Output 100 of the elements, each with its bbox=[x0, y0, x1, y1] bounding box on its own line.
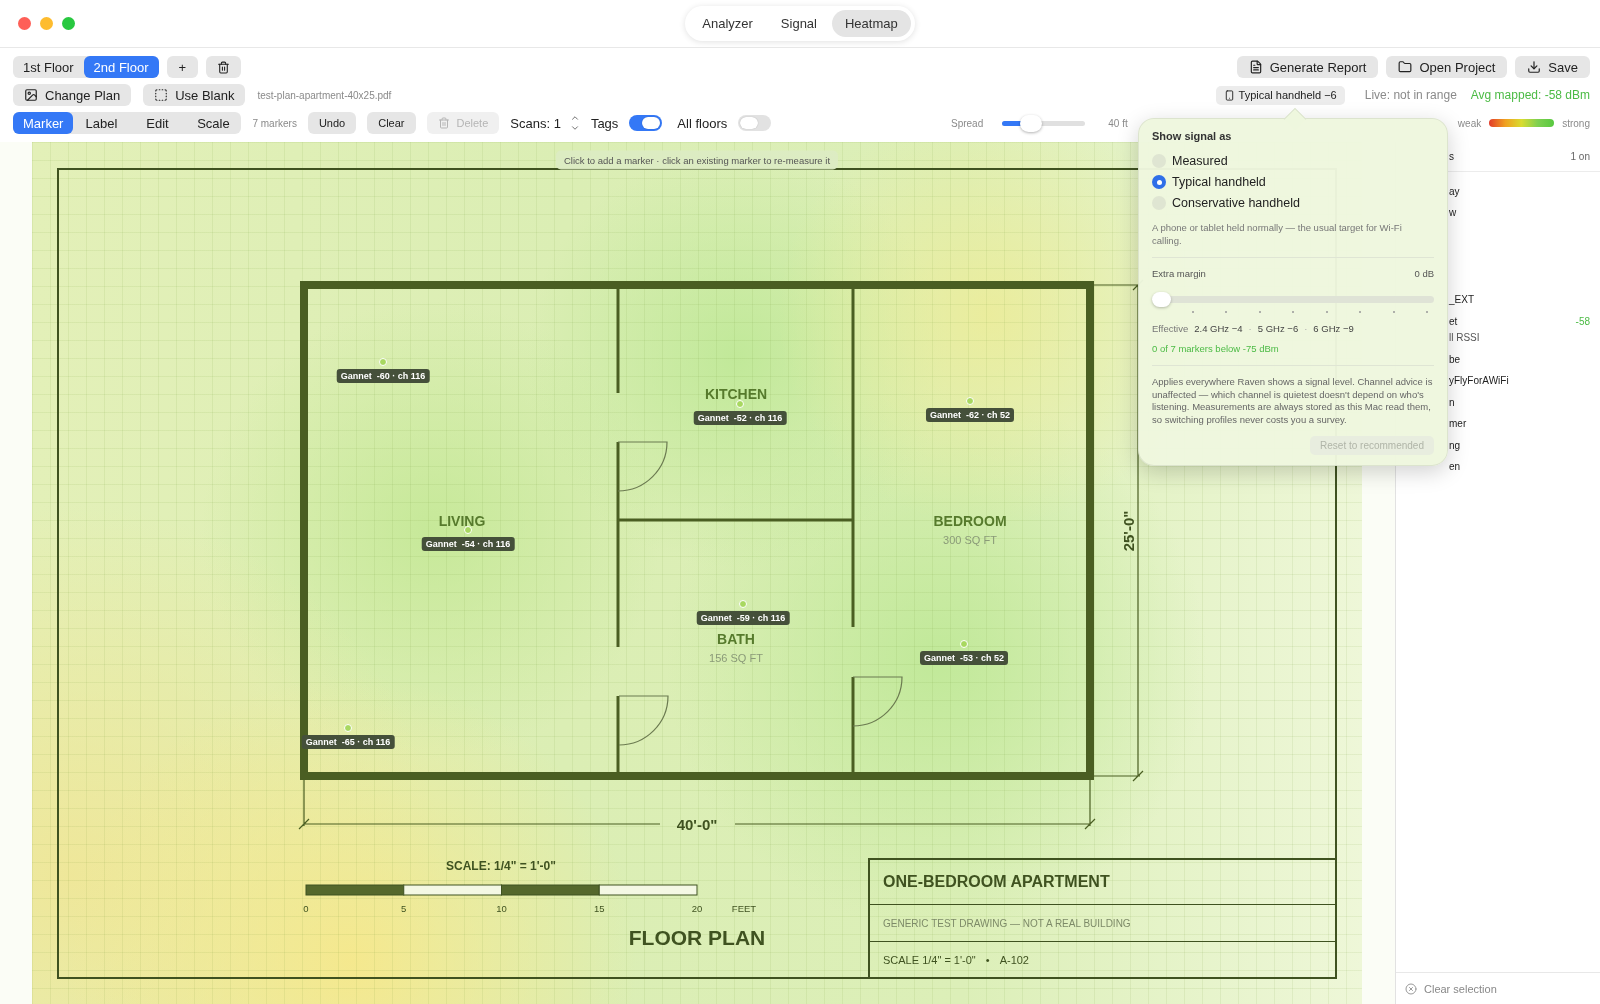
separator-dot: · bbox=[1248, 322, 1252, 334]
scale-unit: FEET bbox=[731, 902, 757, 914]
clear-icon bbox=[1405, 982, 1417, 995]
marker-label[interactable]: Gannet -53 · ch 52 bbox=[920, 651, 1008, 665]
view-tab[interactable]: Signal bbox=[767, 10, 830, 37]
toggle-switch[interactable] bbox=[738, 115, 772, 131]
action-button[interactable]: Clear bbox=[367, 112, 416, 134]
marker-label[interactable]: Gannet -60 · ch 116 bbox=[336, 369, 430, 383]
network-name[interactable]: en bbox=[1449, 460, 1461, 472]
profile-button[interactable]: Typical handheld −6 bbox=[1215, 85, 1345, 105]
plan-button[interactable]: Change Plan bbox=[13, 84, 132, 106]
scans-stepper[interactable] bbox=[569, 113, 580, 133]
margin-slider[interactable] bbox=[1152, 291, 1434, 307]
door-swing bbox=[617, 441, 668, 492]
phone-icon bbox=[1223, 89, 1235, 101]
mode-tab[interactable]: Label bbox=[73, 112, 130, 134]
scale-title: SCALE: 1/4" = 1'-0" bbox=[446, 859, 556, 873]
marker-label[interactable]: Gannet -54 · ch 116 bbox=[421, 537, 515, 551]
network-name[interactable]: _EXT bbox=[1449, 293, 1474, 305]
legend-weak: weak bbox=[1457, 117, 1482, 129]
room-name: LIVING bbox=[438, 513, 486, 529]
plan-button[interactable]: Use Blank bbox=[143, 84, 246, 106]
marker-count: 7 markers bbox=[252, 117, 297, 129]
separator-dot: • bbox=[985, 954, 990, 966]
marker-label[interactable]: Gannet -65 · ch 116 bbox=[301, 735, 395, 749]
floor-tab[interactable]: 1st Floor bbox=[13, 56, 84, 78]
profile-option[interactable]: Conservative handheld bbox=[1152, 193, 1434, 213]
dashed-square-icon bbox=[154, 88, 169, 102]
toolbar-button[interactable]: Save bbox=[1515, 56, 1590, 78]
marker-dot[interactable] bbox=[736, 400, 744, 408]
network-name[interactable]: be bbox=[1449, 353, 1461, 365]
network-name[interactable]: yFlyForAWiFi bbox=[1449, 374, 1509, 386]
network-name[interactable]: mer bbox=[1449, 417, 1467, 429]
mode-tab[interactable]: Scale bbox=[185, 112, 242, 134]
network-name[interactable]: ng bbox=[1449, 439, 1461, 451]
toolbar-button[interactable]: Open Project bbox=[1386, 56, 1508, 78]
marker-dot[interactable] bbox=[739, 600, 747, 608]
band-offset: 6 GHz −9 bbox=[1313, 322, 1354, 334]
sidebar-header: s bbox=[1449, 151, 1454, 162]
close-button[interactable] bbox=[18, 17, 31, 30]
marker-dot[interactable] bbox=[379, 358, 387, 366]
profile-description: A phone or tablet held normally — the usual target for Wi-Fi calling. bbox=[1152, 222, 1403, 247]
room-area: 300 SQ FT bbox=[943, 534, 997, 546]
marker-dot[interactable] bbox=[464, 526, 472, 534]
effective-label: Effective bbox=[1152, 322, 1189, 334]
marker-label[interactable]: Gannet -59 · ch 116 bbox=[696, 611, 790, 625]
spread-label: Spread bbox=[951, 117, 984, 129]
minimize-button[interactable] bbox=[40, 17, 53, 30]
image-icon bbox=[24, 88, 38, 102]
scale-tick: 15 bbox=[593, 902, 605, 914]
avg-mapped: Avg mapped: -58 dBm bbox=[1470, 88, 1590, 102]
markers-summary: 0 of 7 markers below -75 dBm bbox=[1152, 342, 1280, 355]
trash-icon bbox=[217, 60, 231, 74]
margin-reading: 0 dB bbox=[1414, 268, 1434, 281]
profile-option[interactable]: Typical handheld bbox=[1152, 172, 1434, 192]
marker-label[interactable]: Gannet -62 · ch 52 bbox=[926, 408, 1014, 422]
toggle-label: Tags bbox=[590, 115, 619, 131]
marker-dot[interactable] bbox=[966, 397, 974, 405]
spread-reading: 40 ft bbox=[1108, 117, 1128, 129]
zoom-button[interactable] bbox=[62, 17, 75, 30]
marker-dot[interactable] bbox=[344, 724, 352, 732]
live-status: Live: not in range bbox=[1364, 88, 1457, 102]
network-name[interactable]: n bbox=[1449, 396, 1455, 408]
mode-tab[interactable]: Edit bbox=[129, 112, 186, 134]
scale-tick: 20 bbox=[691, 902, 703, 914]
margin-label: Extra margin bbox=[1152, 268, 1206, 281]
clear-selection-button[interactable]: Clear selection bbox=[1424, 982, 1497, 995]
signal-legend-bar bbox=[1489, 119, 1555, 127]
action-button[interactable]: Undo bbox=[307, 112, 357, 134]
scale-tick: 10 bbox=[496, 902, 507, 914]
drawing-scale: SCALE 1/4" = 1'-0" bbox=[883, 954, 976, 966]
view-tab[interactable]: Analyzer bbox=[689, 10, 766, 37]
floor-tab[interactable]: 2nd Floor bbox=[83, 56, 159, 78]
chevron-down-icon bbox=[569, 123, 580, 133]
selection-count: 1 on bbox=[1570, 151, 1590, 162]
scans-label: Scans: 1 bbox=[510, 115, 561, 131]
mode-tab[interactable]: Marker bbox=[13, 112, 74, 134]
scale-tick: 5 bbox=[401, 902, 407, 914]
network-name[interactable]: w bbox=[1449, 206, 1457, 218]
scale-tick: 0 bbox=[303, 902, 309, 914]
marker-dot[interactable] bbox=[960, 640, 968, 648]
view-tab[interactable]: Heatmap bbox=[832, 10, 911, 37]
delete-floor-button[interactable] bbox=[206, 56, 242, 78]
add-floor-button[interactable]: + bbox=[166, 56, 199, 78]
drawing-note: GENERIC TEST DRAWING — NOT A REAL BUILDING bbox=[883, 917, 1131, 929]
network-signal: -58 bbox=[1575, 315, 1590, 327]
folder-icon bbox=[1398, 60, 1413, 74]
trash-icon bbox=[437, 117, 450, 129]
network-name[interactable]: et bbox=[1449, 315, 1458, 327]
dimension-label: 40'-0" bbox=[676, 815, 718, 833]
marker-label[interactable]: Gannet -52 · ch 116 bbox=[693, 411, 787, 425]
toolbar-button[interactable]: Generate Report bbox=[1236, 56, 1379, 78]
room-name: KITCHEN bbox=[704, 386, 768, 402]
network-name[interactable]: ay bbox=[1449, 185, 1460, 197]
profile-option[interactable]: Measured bbox=[1152, 151, 1434, 171]
toggle-switch[interactable] bbox=[629, 115, 663, 131]
network-detail[interactable]: ll RSSI bbox=[1449, 331, 1480, 343]
download-icon bbox=[1527, 60, 1542, 74]
sheet-number: A-102 bbox=[999, 954, 1029, 966]
dimension-label: 25'-0" bbox=[1119, 510, 1137, 552]
